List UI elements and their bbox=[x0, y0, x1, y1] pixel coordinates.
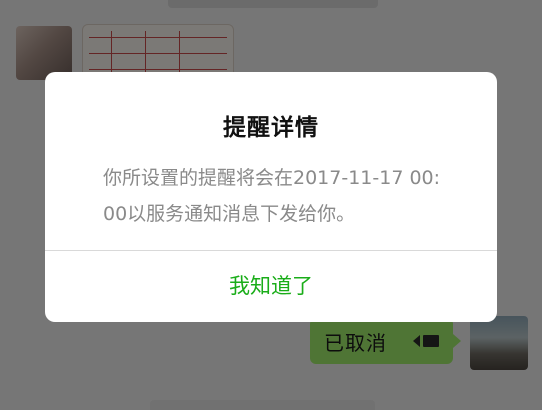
dialog-message: 你所设置的提醒将会在2017-11-17 00:00以服务通知消息下发给你。 bbox=[103, 167, 441, 225]
confirm-button[interactable]: 我知道了 bbox=[45, 251, 497, 322]
dialog-title: 提醒详情 bbox=[223, 115, 319, 141]
reminder-dialog: 提醒详情 你所设置的提醒将会在2017-11-17 00:00以服务通知消息下发… bbox=[45, 72, 497, 322]
